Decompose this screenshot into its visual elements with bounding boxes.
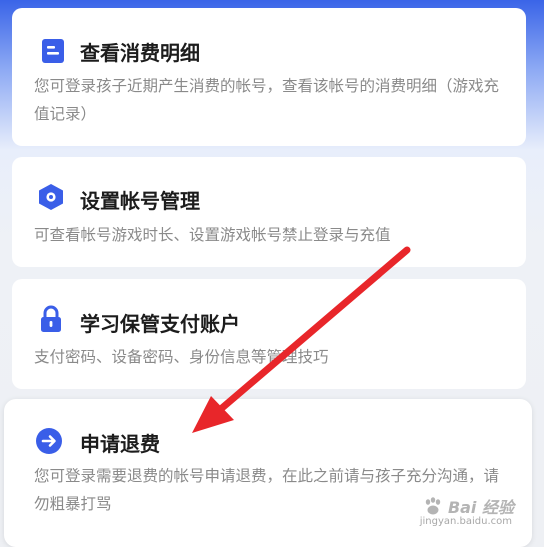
watermark-text: Bai 经验 — [447, 498, 514, 517]
payment-account-title: 学习保管支付账户 — [80, 312, 240, 336]
payment-account-desc: 支付密码、设备密码、身份信息等管理技巧 — [34, 348, 329, 366]
arrow-right-circle-icon — [36, 428, 62, 454]
account-management-desc: 可查看帐号游戏时长、设置游戏帐号禁止登录与充值 — [34, 226, 391, 244]
baidu-jingyan-watermark: Bai 经验 jingyan.baidu.com — [420, 494, 514, 527]
consumption-detail-desc: 您可登录孩子近期产生消费的帐号，查看该帐号的消费明细（游戏充值记录） — [34, 77, 500, 123]
account-management-card[interactable]: 设置帐号管理 可查看帐号游戏时长、设置游戏帐号禁止登录与充值 — [12, 157, 526, 267]
paw-icon — [425, 497, 441, 515]
watermark-url: jingyan.baidu.com — [419, 516, 512, 527]
consumption-detail-card[interactable]: 查看消费明细 您可登录孩子近期产生消费的帐号，查看该帐号的消费明细（游戏充值记录… — [12, 8, 526, 146]
document-icon — [42, 39, 64, 63]
lock-icon — [41, 305, 61, 332]
payment-account-card[interactable]: 学习保管支付账户 支付密码、设备密码、身份信息等管理技巧 — [12, 279, 526, 389]
refund-request-title: 申请退费 — [80, 432, 160, 456]
account-management-title: 设置帐号管理 — [80, 189, 200, 213]
consumption-detail-title: 查看消费明细 — [80, 41, 200, 65]
hexagon-settings-icon — [39, 184, 63, 210]
